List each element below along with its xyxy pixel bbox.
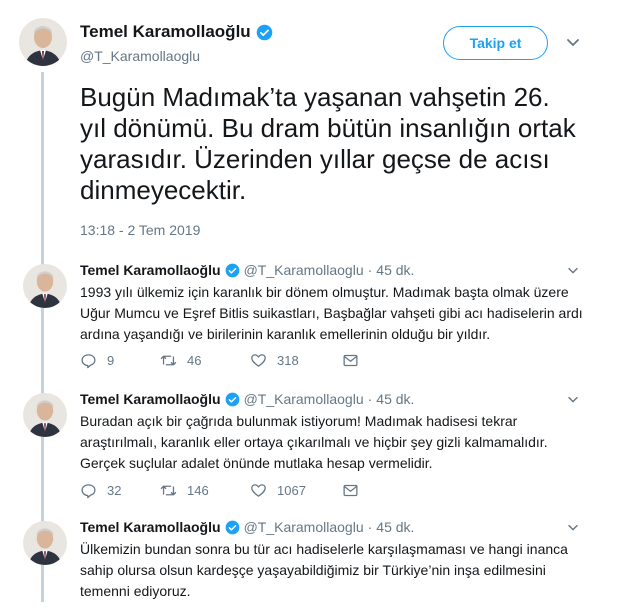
reply-icon xyxy=(81,484,96,499)
retweet-count: 146 xyxy=(187,483,209,498)
avatar-portrait xyxy=(23,264,67,308)
tweet-time[interactable]: 45 dk. xyxy=(376,519,414,535)
like-count: 318 xyxy=(277,353,299,368)
reply-header: Temel Karamollaoğlu @T_Karamollaoglu · 4… xyxy=(80,262,414,278)
separator-dot: · xyxy=(367,262,373,278)
avatar-portrait xyxy=(19,18,67,66)
reply-header: Temel Karamollaoğlu @T_Karamollaoglu · 4… xyxy=(80,391,414,407)
tweet-timestamp[interactable]: 13:18 - 2 Tem 2019 xyxy=(80,222,200,238)
separator-dot: · xyxy=(367,519,373,535)
avatar[interactable] xyxy=(23,264,67,308)
author-name[interactable]: Temel Karamollaoğlu xyxy=(80,391,221,407)
like-action[interactable]: 1067 xyxy=(250,482,342,499)
direct-message-action[interactable] xyxy=(342,352,359,369)
reply-count: 32 xyxy=(107,483,122,498)
verified-badge-icon xyxy=(225,263,239,277)
reply-action[interactable]: 32 xyxy=(80,482,160,499)
reply-header: Temel Karamollaoğlu @T_Karamollaoglu · 4… xyxy=(80,519,414,535)
separator-dot: · xyxy=(367,391,373,407)
author-name[interactable]: Temel Karamollaoğlu xyxy=(80,519,221,535)
tweet-text: 1993 yılı ülkemiz için karanlık bir döne… xyxy=(80,284,583,342)
like-count: 1067 xyxy=(277,483,306,498)
verified-badge-icon xyxy=(225,520,239,534)
like-action[interactable]: 318 xyxy=(250,352,342,369)
avatar[interactable] xyxy=(23,393,67,437)
retweet-icon xyxy=(160,485,177,496)
direct-message-icon xyxy=(343,354,358,367)
direct-message-action[interactable] xyxy=(342,482,359,499)
tweet-time[interactable]: 45 dk. xyxy=(376,262,414,278)
avatar-portrait xyxy=(23,393,67,437)
reply-action[interactable]: 9 xyxy=(80,352,160,369)
like-icon xyxy=(251,484,266,497)
author-handle[interactable]: @T_Karamollaoglu xyxy=(244,262,364,278)
reply-tweet: Temel Karamollaoğlu @T_Karamollaoglu · 4… xyxy=(0,391,621,513)
tweet-text: Bugün Madımak’ta yaşanan vahşetin 26. yı… xyxy=(80,82,576,205)
tweet-actions: 32 146 1067 xyxy=(80,482,359,499)
author-name[interactable]: Temel Karamollaoğlu xyxy=(80,262,221,278)
direct-message-icon xyxy=(343,484,358,497)
reply-icon xyxy=(81,354,96,369)
chevron-down-icon[interactable] xyxy=(566,38,580,48)
tweet-time[interactable]: 45 dk. xyxy=(376,391,414,407)
author-handle[interactable]: @T_Karamollaoglu xyxy=(80,48,200,64)
author-name-text: Temel Karamollaoğlu xyxy=(80,22,251,41)
avatar[interactable] xyxy=(23,521,67,565)
tweet-actions: 9 46 318 xyxy=(80,352,359,369)
retweet-action[interactable]: 46 xyxy=(160,352,250,369)
retweet-count: 46 xyxy=(187,353,202,368)
author-handle[interactable]: @T_Karamollaoglu xyxy=(244,519,364,535)
retweet-icon xyxy=(160,355,177,366)
follow-button[interactable]: Takip et xyxy=(443,26,548,60)
tweet-text: Ülkemizin bundan sonra bu tür acı hadise… xyxy=(80,541,568,599)
reply-count: 9 xyxy=(107,353,115,368)
author-handle[interactable]: @T_Karamollaoglu xyxy=(244,391,364,407)
chevron-down-icon[interactable] xyxy=(567,267,579,275)
verified-badge-icon xyxy=(225,392,239,406)
reply-tweet: Temel Karamollaoğlu @T_Karamollaoglu · 4… xyxy=(0,262,621,384)
reply-tweet: Temel Karamollaoğlu @T_Karamollaoglu · 4… xyxy=(0,519,621,608)
verified-badge-icon xyxy=(256,24,272,40)
main-tweet: Temel Karamollaoğlu @T_Karamollaoglu Tak… xyxy=(0,0,621,262)
chevron-down-icon[interactable] xyxy=(567,524,579,532)
tweet-text: Buradan açık bir çağrıda bulunmak istiyo… xyxy=(80,413,548,471)
retweet-action[interactable]: 146 xyxy=(160,482,250,499)
avatar-portrait xyxy=(23,521,67,565)
chevron-down-icon[interactable] xyxy=(567,396,579,404)
avatar[interactable] xyxy=(19,18,67,66)
like-icon xyxy=(251,354,266,367)
author-name[interactable]: Temel Karamollaoğlu xyxy=(80,22,273,42)
